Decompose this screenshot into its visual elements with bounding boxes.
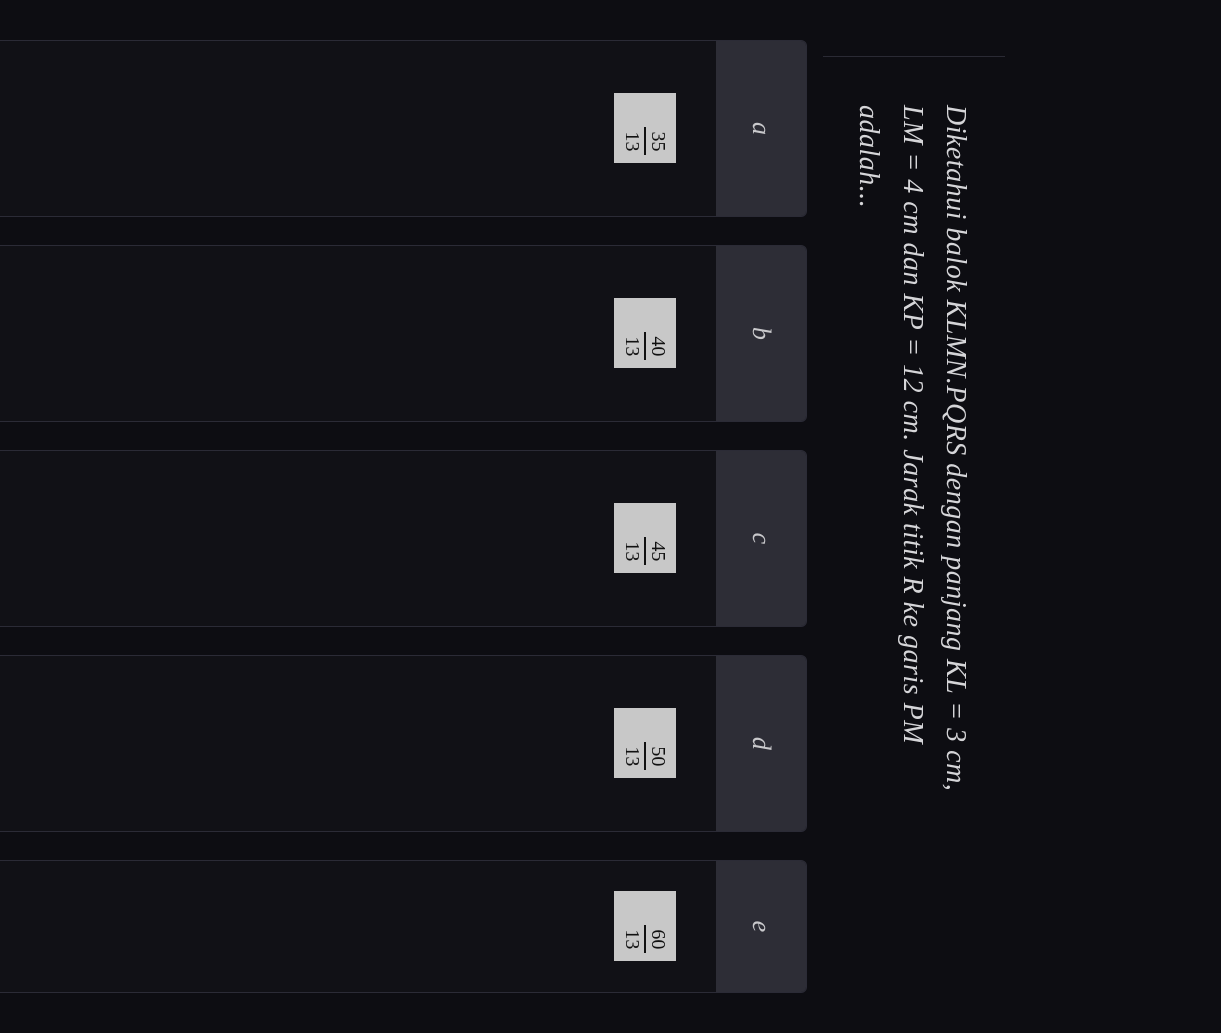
fraction-denominator: 13 xyxy=(622,332,644,360)
question-text: Diketahui balok KLMN.PQRS dengan panjang… xyxy=(847,105,977,985)
option-card-a[interactable]: a 35 13 xyxy=(0,40,807,217)
fraction: 40 13 xyxy=(622,332,668,360)
option-card-d[interactable]: d 50 13 xyxy=(0,655,807,832)
option-body: 40 13 xyxy=(0,246,716,421)
option-formula: 40 13 xyxy=(614,298,676,368)
question-line-3: adalah... xyxy=(853,105,884,208)
option-card-b[interactable]: b 40 13 xyxy=(0,245,807,422)
option-body: 60 13 xyxy=(0,861,716,992)
question-block: Diketahui balok KLMN.PQRS dengan panjang… xyxy=(823,56,1005,1033)
option-body: 35 13 xyxy=(0,41,716,216)
fraction-numerator: 35 xyxy=(644,127,668,155)
fraction: 60 13 xyxy=(622,925,668,953)
fraction-denominator: 13 xyxy=(622,537,644,565)
option-formula: 45 13 xyxy=(614,503,676,573)
option-formula: 60 13 xyxy=(614,891,676,961)
fraction-denominator: 13 xyxy=(622,742,644,770)
fraction-denominator: 13 xyxy=(622,925,644,953)
fraction: 50 13 xyxy=(622,742,668,770)
fraction-denominator: 13 xyxy=(622,127,644,155)
option-letter: a xyxy=(747,122,776,135)
option-body: 50 13 xyxy=(0,656,716,831)
option-header: c xyxy=(716,451,806,626)
fraction-numerator: 40 xyxy=(644,332,668,360)
fraction: 45 13 xyxy=(622,537,668,565)
option-card-c[interactable]: c 45 13 xyxy=(0,450,807,627)
option-header: d xyxy=(716,656,806,831)
option-header: b xyxy=(716,246,806,421)
question-line-2: LM = 4 cm dan KP = 12 cm. Jarak titik R … xyxy=(897,105,928,744)
options-row: a 35 13 b 40 xyxy=(0,0,807,1033)
option-letter: c xyxy=(747,533,776,545)
option-letter: e xyxy=(747,921,776,933)
option-body: 45 13 xyxy=(0,451,716,626)
option-card-e[interactable]: e 60 13 xyxy=(0,860,807,993)
fraction-numerator: 45 xyxy=(644,537,668,565)
fraction: 35 13 xyxy=(622,127,668,155)
option-header: a xyxy=(716,41,806,216)
option-letter: b xyxy=(747,327,776,340)
question-line-1: Diketahui balok KLMN.PQRS dengan panjang… xyxy=(940,105,971,791)
fraction-numerator: 60 xyxy=(644,925,668,953)
option-formula: 35 13 xyxy=(614,93,676,163)
option-letter: d xyxy=(747,737,776,750)
option-formula: 50 13 xyxy=(614,708,676,778)
option-header: e xyxy=(716,861,806,992)
fraction-numerator: 50 xyxy=(644,742,668,770)
